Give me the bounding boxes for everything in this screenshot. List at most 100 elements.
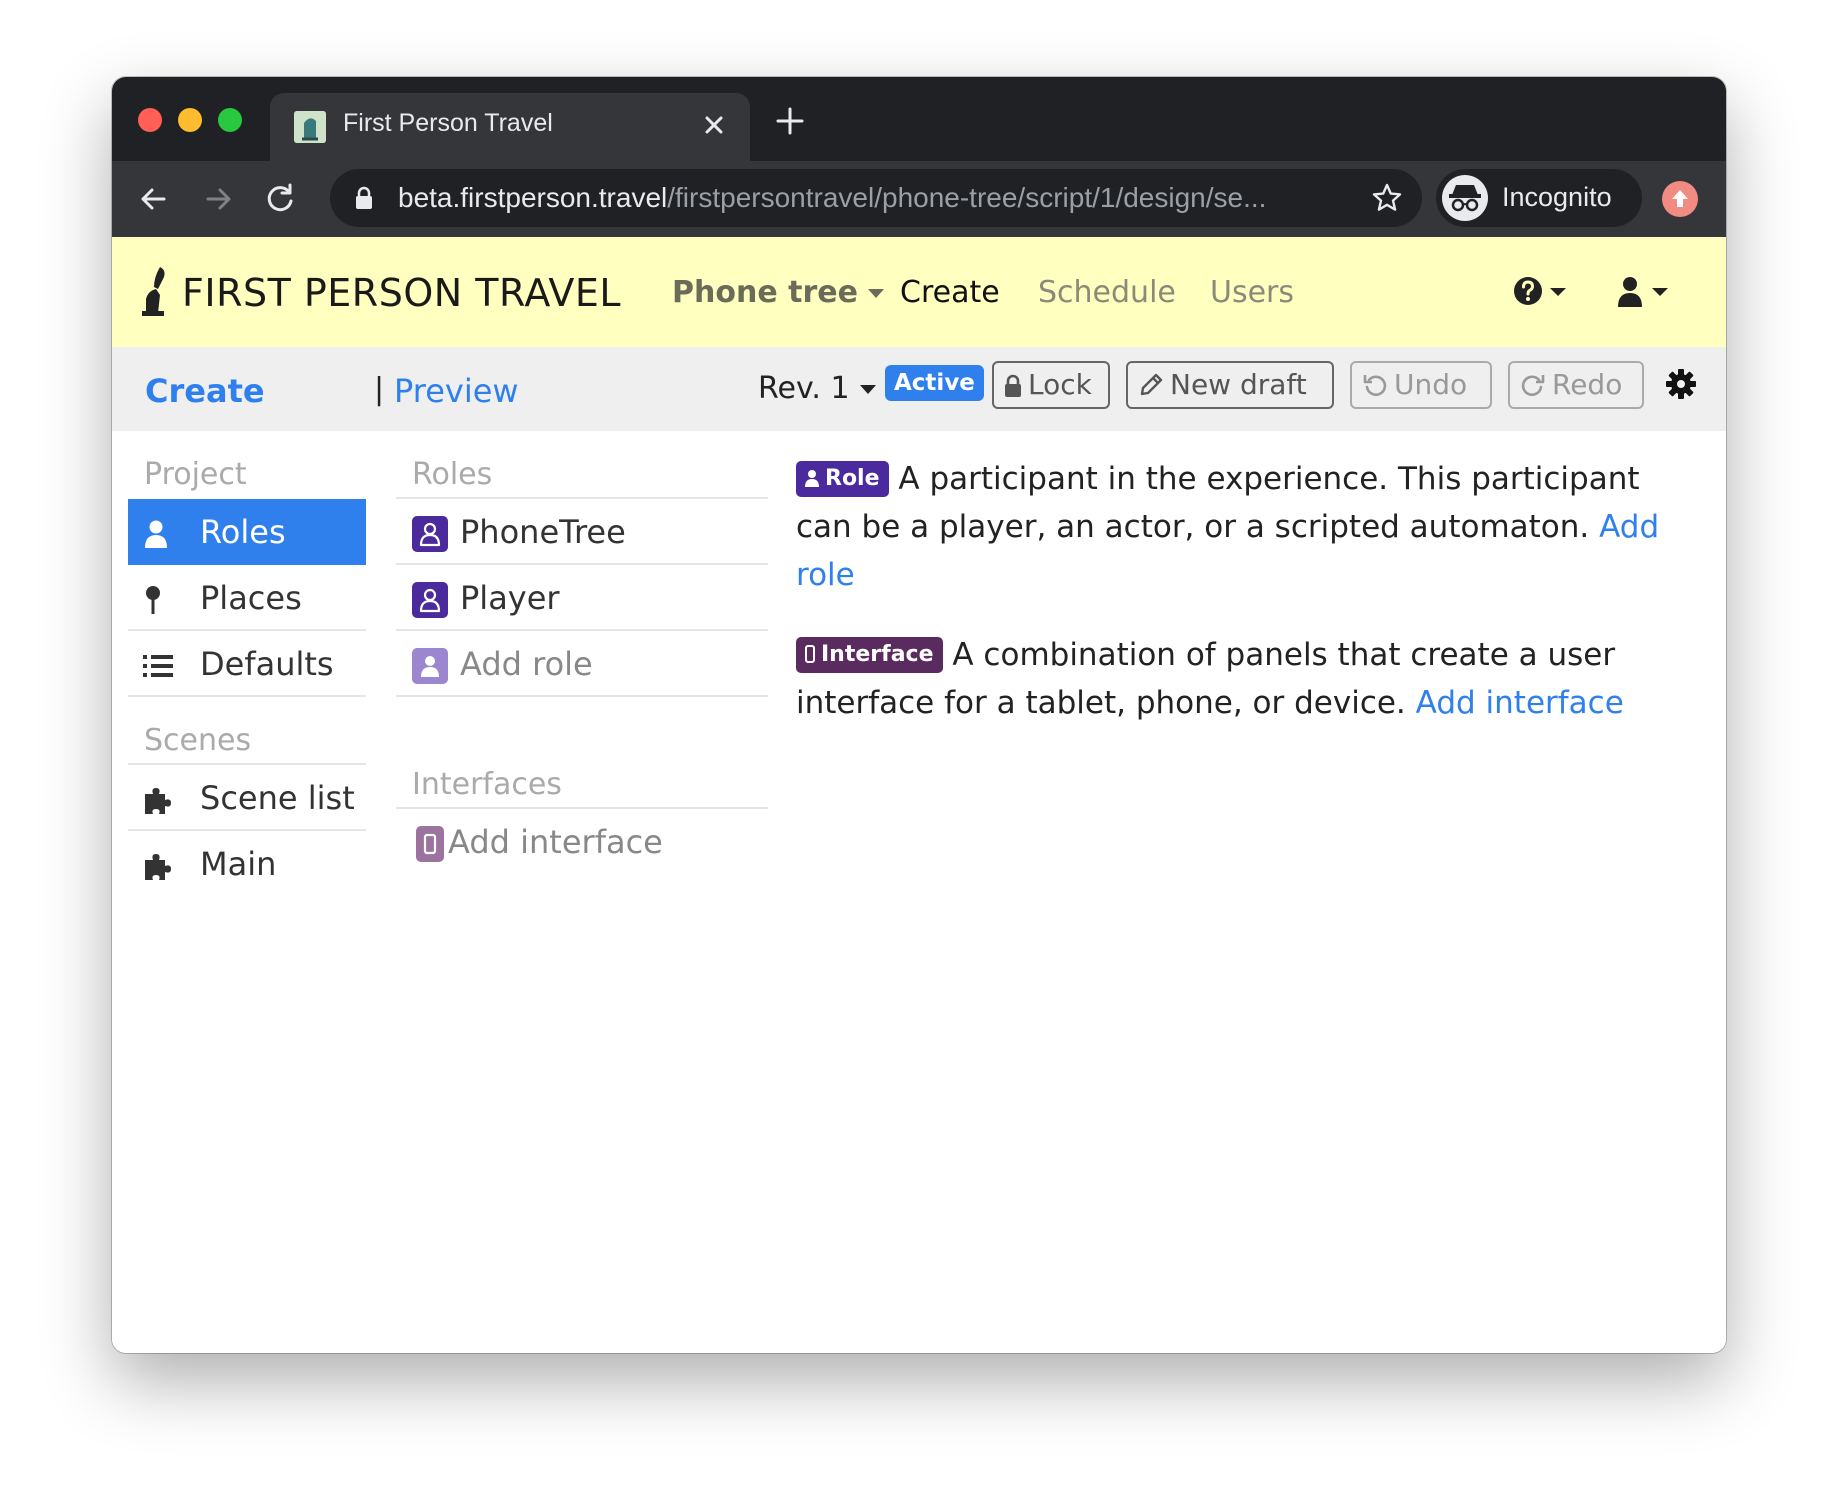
undo-label: Undo	[1394, 368, 1468, 401]
forward-arrow-icon[interactable]	[198, 179, 238, 219]
undo-icon	[1363, 375, 1387, 397]
redo-icon	[1521, 375, 1545, 397]
role-label: PhoneTree	[460, 513, 626, 551]
role-label: Player	[460, 579, 560, 617]
project-sidebar: Project Roles Places Defaults Scenes Sce…	[128, 431, 366, 897]
chevron-down-icon	[859, 385, 876, 394]
revision-dropdown[interactable]: Rev. 1	[758, 371, 876, 406]
lock-icon	[1005, 374, 1021, 397]
sidebar-item-defaults[interactable]: Defaults	[128, 631, 366, 697]
lock-icon	[356, 186, 372, 209]
update-icon[interactable]	[1662, 181, 1698, 217]
browser-toolbar: beta.firstperson.travel/firstpersontrave…	[112, 161, 1726, 237]
map-pin-icon	[146, 586, 160, 614]
incognito-indicator[interactable]: Incognito	[1436, 169, 1642, 227]
status-badge: Active	[885, 365, 984, 401]
revision-label: Rev. 1	[758, 371, 850, 406]
interfaces-header: Interfaces	[396, 741, 768, 809]
tab-preview[interactable]: Preview	[394, 372, 519, 410]
add-role-label: Add role	[460, 645, 593, 683]
sidebar-item-label: Defaults	[200, 645, 334, 683]
url-host: beta.firstperson.travel	[398, 182, 668, 213]
interface-tag: Interface	[796, 637, 943, 673]
role-user-icon	[412, 516, 448, 552]
lock-button[interactable]: Lock	[992, 361, 1110, 409]
sidebar-item-label: Scene list	[200, 779, 355, 817]
pencil-icon	[1140, 373, 1163, 396]
close-window-button[interactable]	[138, 108, 162, 132]
nav-create[interactable]: Create	[900, 275, 1000, 310]
maximize-window-button[interactable]	[218, 108, 242, 132]
sidebar-item-places[interactable]: Places	[128, 565, 366, 631]
add-role-button[interactable]: Add role	[396, 631, 768, 697]
user-icon	[145, 520, 167, 548]
role-description: Role A participant in the experience. Th…	[796, 455, 1702, 599]
brand-name: FIRST PERSON TRAVEL	[182, 271, 622, 315]
project-dropdown[interactable]: Phone tree	[672, 275, 884, 310]
scenes-header: Scenes	[128, 697, 366, 765]
lock-label: Lock	[1028, 368, 1092, 401]
gear-icon[interactable]	[1664, 367, 1698, 401]
add-interface-icon	[416, 826, 444, 862]
redo-label: Redo	[1552, 368, 1623, 401]
back-arrow-icon[interactable]	[134, 179, 174, 219]
interface-tag-label: Interface	[821, 642, 934, 667]
close-tab-icon[interactable]	[696, 107, 732, 143]
sidebar-item-roles[interactable]: Roles	[128, 499, 366, 565]
nav-schedule[interactable]: Schedule	[1038, 275, 1176, 310]
top-navbar: FIRST PERSON TRAVEL Phone tree Create Sc…	[112, 237, 1726, 347]
resource-descriptions: Role A participant in the experience. Th…	[796, 455, 1702, 759]
role-item-player[interactable]: Player	[396, 565, 768, 631]
help-icon	[1514, 277, 1566, 305]
role-user-icon	[412, 582, 448, 618]
user-menu[interactable]	[1616, 275, 1676, 309]
editor-toolbar: Create | Preview Rev. 1 Active Lock New …	[112, 347, 1726, 431]
app: FIRST PERSON TRAVEL Phone tree Create Sc…	[112, 237, 1726, 1353]
nav-users[interactable]: Users	[1210, 275, 1294, 310]
incognito-icon	[1442, 175, 1488, 221]
interface-description: Interface A combination of panels that c…	[796, 631, 1702, 727]
favicon-icon	[294, 111, 326, 143]
add-interface-label: Add interface	[448, 823, 663, 861]
chevron-down-icon	[867, 289, 884, 298]
address-bar[interactable]: beta.firstperson.travel/firstpersontrave…	[330, 169, 1422, 227]
user-icon	[1618, 277, 1668, 307]
sidebar-item-label: Places	[200, 579, 302, 617]
tab-title: First Person Travel	[343, 109, 553, 137]
tab-separator: |	[374, 372, 385, 407]
url-path: /firstpersontravel/phone-tree/script/1/d…	[667, 182, 1267, 213]
add-interface-button[interactable]: Add interface	[396, 809, 768, 875]
puzzle-piece-icon	[145, 788, 171, 814]
incognito-label: Incognito	[1502, 182, 1612, 212]
sidebar-item-main[interactable]: Main	[128, 831, 366, 897]
role-tag-label: Role	[825, 466, 880, 491]
roles-list: Roles PhoneTree Player Add role Interfac…	[396, 431, 768, 875]
url-text: beta.firstperson.travel/firstpersontrave…	[398, 182, 1358, 214]
reload-icon[interactable]	[260, 179, 300, 219]
undo-button[interactable]: Undo	[1350, 361, 1492, 409]
tab-bar: First Person Travel	[112, 77, 1726, 161]
project-name: Phone tree	[672, 275, 858, 310]
brand-logo-icon	[142, 267, 165, 316]
sidebar-item-label: Main	[200, 845, 277, 883]
roles-header: Roles	[396, 431, 768, 499]
role-item-phonetree[interactable]: PhoneTree	[396, 499, 768, 565]
star-icon[interactable]	[1370, 181, 1404, 215]
sidebar-item-label: Roles	[200, 513, 286, 551]
new-tab-icon[interactable]	[772, 103, 808, 139]
add-role-icon	[412, 648, 448, 684]
tab-create[interactable]: Create	[145, 372, 265, 410]
puzzle-piece-icon	[145, 854, 171, 880]
role-tag: Role	[796, 461, 889, 497]
help-menu[interactable]	[1512, 275, 1572, 309]
redo-button[interactable]: Redo	[1508, 361, 1644, 409]
add-interface-link[interactable]: Add interface	[1416, 685, 1624, 721]
sidebar-item-scene-list[interactable]: Scene list	[128, 765, 366, 831]
new-draft-label: New draft	[1170, 368, 1307, 401]
tab-first-person-travel[interactable]: First Person Travel	[270, 93, 750, 161]
project-header: Project	[144, 457, 247, 492]
new-draft-button[interactable]: New draft	[1126, 361, 1334, 409]
minimize-window-button[interactable]	[178, 108, 202, 132]
list-icon	[143, 655, 173, 677]
